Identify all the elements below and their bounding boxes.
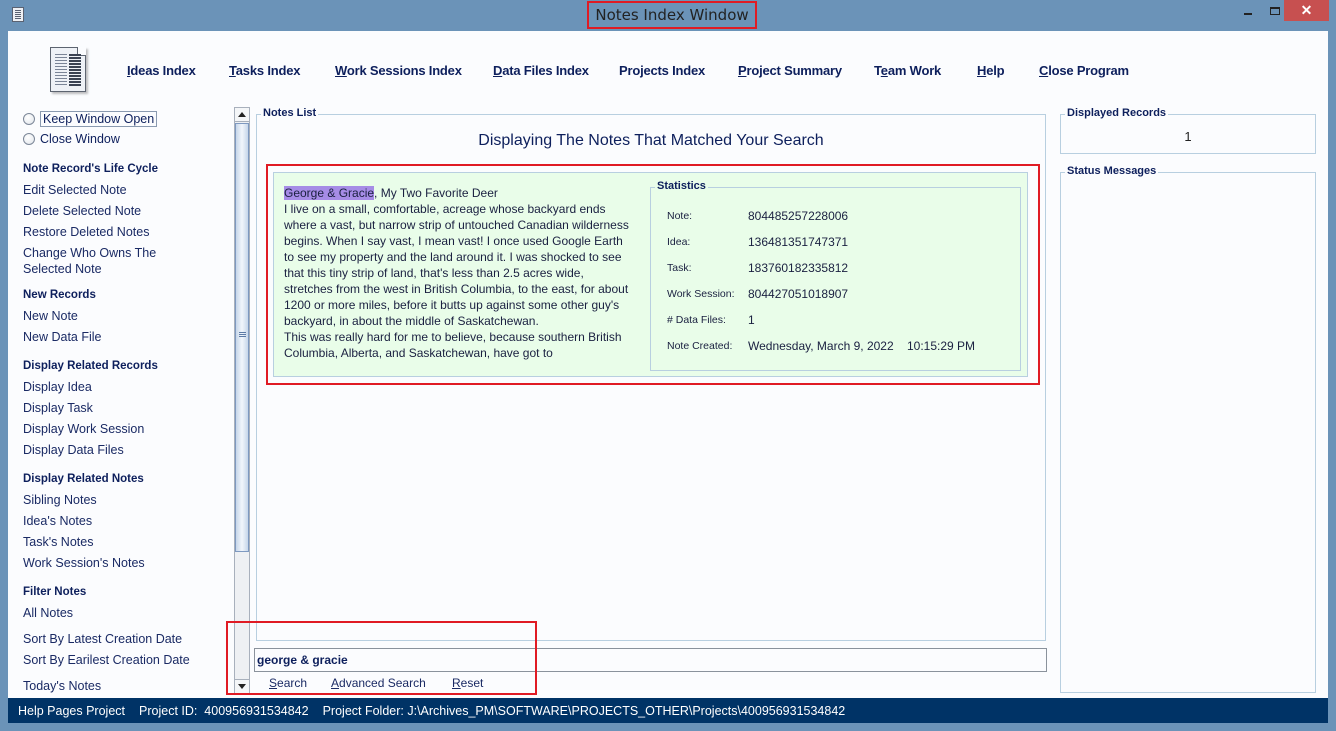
close-window-radio[interactable]: Close Window xyxy=(23,132,120,146)
scrollbar-thumb[interactable] xyxy=(235,123,249,552)
minimize-button[interactable] xyxy=(1235,0,1261,21)
todays-notes-link[interactable]: Today's Notes xyxy=(23,678,223,694)
section-heading-new-records: New Records xyxy=(23,289,96,301)
project-folder: Project Folder: J:\Archives_PM\SOFTWARE\… xyxy=(322,703,846,718)
title-bar: Notes Index Window ✕ xyxy=(0,0,1336,31)
sort-latest-link[interactable]: Sort By Latest Creation Date xyxy=(23,631,223,647)
delete-selected-note-link[interactable]: Delete Selected Note xyxy=(23,203,223,219)
notes-list-heading: Displaying The Notes That Matched Your S… xyxy=(478,132,824,149)
ideas-notes-link[interactable]: Idea's Notes xyxy=(23,513,223,529)
work-session-notes-link[interactable]: Work Session's Notes xyxy=(23,555,223,571)
project-name: Help Pages Project xyxy=(18,703,126,718)
app-document-icon[interactable] xyxy=(12,7,24,22)
menu-project-summary[interactable]: Project Summary xyxy=(738,63,842,78)
displayed-records-panel: Displayed Records 1 xyxy=(1060,107,1316,154)
annotation-highlight-search xyxy=(226,621,537,695)
edit-selected-note-link[interactable]: Edit Selected Note xyxy=(23,182,223,198)
section-heading-filter-notes: Filter Notes xyxy=(23,586,87,598)
new-data-file-link[interactable]: New Data File xyxy=(23,329,223,345)
restore-deleted-notes-link[interactable]: Restore Deleted Notes xyxy=(23,224,223,240)
displayed-records-legend: Displayed Records xyxy=(1065,107,1169,119)
menu-data-files-index[interactable]: Data Files Index xyxy=(493,63,589,78)
display-idea-link[interactable]: Display Idea xyxy=(23,379,223,395)
menu-tasks-index[interactable]: Tasks Index xyxy=(229,63,300,78)
arrow-up-icon xyxy=(238,112,246,117)
section-heading-related-notes: Display Related Notes xyxy=(23,473,144,485)
section-heading-related-records: Display Related Records xyxy=(23,360,158,372)
new-note-link[interactable]: New Note xyxy=(23,308,223,324)
menu-projects-index[interactable]: Projects Index xyxy=(619,63,705,78)
menu-help[interactable]: Help xyxy=(977,63,1005,78)
sort-earliest-link[interactable]: Sort By Earilest Creation Date xyxy=(23,652,223,668)
scroll-up-button[interactable] xyxy=(235,108,249,122)
project-id: Project ID: 400956931534842 xyxy=(139,703,309,718)
close-icon: ✕ xyxy=(1300,2,1313,18)
status-messages-legend: Status Messages xyxy=(1065,165,1159,177)
section-heading-life-cycle: Note Record's Life Cycle xyxy=(23,163,159,175)
window-title: Notes Index Window xyxy=(587,1,757,29)
close-button[interactable]: ✕ xyxy=(1284,0,1329,21)
grip-icon xyxy=(239,332,246,337)
sidebar-scrollbar[interactable] xyxy=(234,107,250,694)
status-bar: Help Pages Project Project ID: 400956931… xyxy=(8,698,1328,723)
notes-document-icon xyxy=(50,47,86,92)
all-notes-link[interactable]: All Notes xyxy=(23,605,223,621)
sibling-notes-link[interactable]: Sibling Notes xyxy=(23,492,223,508)
display-work-session-link[interactable]: Display Work Session xyxy=(23,421,223,437)
keep-window-open-radio[interactable]: Keep Window Open xyxy=(23,111,158,127)
menu-work-sessions-index[interactable]: Work Sessions Index xyxy=(335,63,462,78)
minimize-icon xyxy=(1244,12,1252,15)
notes-list-legend: Notes List xyxy=(261,107,319,119)
display-data-files-link[interactable]: Display Data Files xyxy=(23,442,223,458)
radio-button-icon xyxy=(23,133,35,145)
menu-team-work[interactable]: Team Work xyxy=(874,63,941,78)
maximize-icon xyxy=(1270,6,1280,15)
status-messages-panel: Status Messages xyxy=(1060,165,1316,693)
menu-close-program[interactable]: Close Program xyxy=(1039,63,1129,78)
display-task-link[interactable]: Display Task xyxy=(23,400,223,416)
menu-ideas-index[interactable]: Ideas Index xyxy=(127,63,196,78)
annotation-highlight-note xyxy=(266,164,1040,385)
tasks-notes-link[interactable]: Task's Notes xyxy=(23,534,223,550)
client-area: Ideas Index Tasks Index Work Sessions In… xyxy=(8,31,1328,723)
radio-button-icon xyxy=(23,113,35,125)
displayed-records-count: 1 xyxy=(1184,129,1192,144)
change-owner-link[interactable]: Change Who Owns The Selected Note xyxy=(23,245,173,277)
